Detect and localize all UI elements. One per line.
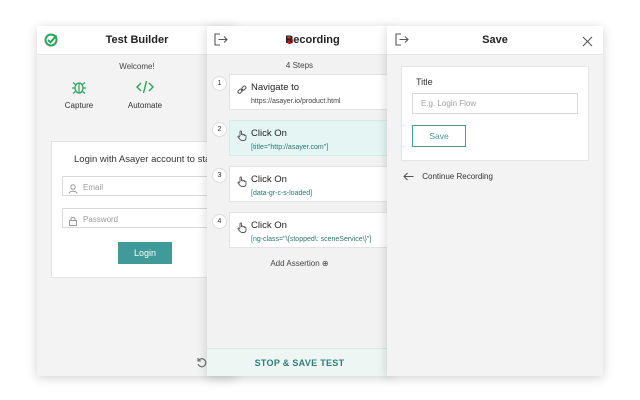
step-card[interactable]: Click On [ng-class="\{stopped\: sceneSer…: [229, 212, 392, 248]
continue-recording-link[interactable]: Continue Recording: [403, 172, 493, 181]
steps-count: 4 Steps: [285, 61, 314, 70]
step-detail: [data-gr-c-s-loaded]: [251, 190, 313, 197]
title-input[interactable]: [412, 93, 578, 114]
save-form-card: Title Save: [401, 66, 589, 161]
step-card[interactable]: Click On [title="http://asayer.com"]: [229, 120, 392, 156]
undo-icon[interactable]: [195, 355, 207, 373]
step-detail: https://asayer.io/product.html: [251, 98, 341, 105]
arrow-left-icon: [403, 172, 422, 181]
add-assertion-link[interactable]: Add Assertion ⊕: [207, 259, 392, 268]
title-label: Title: [416, 77, 433, 87]
link-icon: [237, 82, 247, 100]
continue-recording-label: Continue Recording: [422, 172, 493, 181]
code-icon: [115, 79, 175, 95]
step-title: Click On: [251, 128, 287, 139]
capture-label: Capture: [64, 101, 94, 110]
step-number: 3: [212, 168, 227, 183]
recording-panel: Recording 4 Steps 1 Navigate to https://…: [207, 26, 392, 376]
step-number: 1: [212, 76, 227, 91]
step-detail: [ng-class="\{stopped\: sceneService\}"]: [251, 236, 372, 243]
stop-bar: STOP & SAVE TEST: [207, 348, 392, 376]
step-number: 4: [212, 214, 227, 229]
panel-header: Save: [387, 26, 603, 55]
stop-save-button[interactable]: STOP & SAVE TEST: [207, 349, 392, 376]
step-detail: [title="http://asayer.com"]: [251, 144, 329, 151]
user-icon: [68, 181, 78, 199]
close-icon[interactable]: [582, 34, 593, 52]
step-title: Click On: [251, 220, 287, 231]
save-button[interactable]: Save: [412, 125, 466, 147]
step-title: Navigate to: [251, 82, 300, 93]
panel-title: Recording: [285, 34, 340, 46]
automate-label: Automate: [127, 101, 163, 110]
panel-header: Recording: [207, 26, 392, 55]
hand-pointer-icon: [237, 174, 247, 192]
step-title: Click On: [251, 174, 287, 185]
step-card[interactable]: Click On [data-gr-c-s-loaded]: [229, 166, 392, 202]
save-panel: Save Title Save Continue Recording: [387, 26, 603, 376]
automate-feature[interactable]: Automate: [115, 79, 175, 110]
panel-title: Save: [482, 34, 508, 46]
hand-pointer-icon: [237, 128, 247, 146]
step-number: 2: [212, 122, 227, 137]
login-title: Login with Asayer account to sta: [74, 154, 211, 165]
lock-icon: [68, 213, 78, 231]
bug-icon: [49, 79, 109, 95]
hand-pointer-icon: [237, 220, 247, 238]
login-button[interactable]: Login: [118, 242, 172, 264]
capture-feature[interactable]: Capture: [49, 79, 109, 110]
step-card[interactable]: Navigate to https://asayer.io/product.ht…: [229, 74, 392, 110]
